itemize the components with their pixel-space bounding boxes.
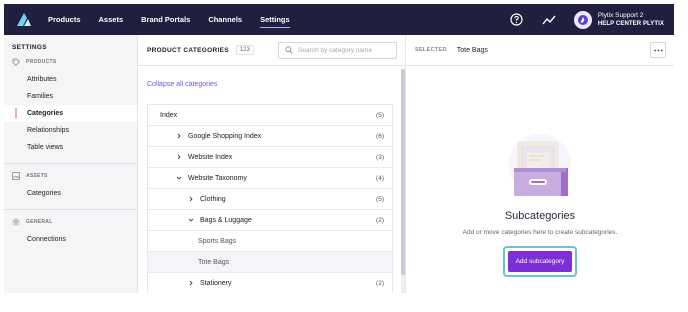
plytix-logo-icon[interactable] [14,10,34,30]
app-window: Products Assets Brand Portals Channels Setti… [0,0,688,312]
sidebar-item-products-relationships[interactable]: Relationships [4,122,137,139]
category-tree: Index (5) Google Shopping Index (6) Website … [147,104,393,293]
nav-item-products[interactable]: Products [48,4,81,35]
category-row[interactable]: Website Taxonomy (4) [148,168,392,189]
user-avatar-icon[interactable] [573,10,592,29]
topbar-right: Plytix Support 2 HELP CENTER PLYTIX [510,4,674,35]
selected-label: SELECTED [415,47,447,53]
category-label: Website Index [188,153,233,161]
sidebar-section-label: PRODUCTS [26,59,57,65]
sidebar-section-label: GENERAL [26,219,53,225]
category-product-count: (2) [376,216,384,224]
subcategories-title: Subcategories [504,210,576,222]
category-product-count: (6) [376,132,384,140]
category-product-count: (5) [376,195,384,203]
category-search-input[interactable] [298,46,394,54]
selected-category-name: Tote Bags [456,46,488,54]
category-product-count: (4) [376,174,384,182]
category-label: Google Shopping Index [188,132,262,140]
settings-sidebar: SETTINGS PRODUCTS Attributes Families Categ… [4,35,138,293]
category-row[interactable]: Tote Bags [148,252,392,273]
top-navigation-bar: Products Assets Brand Portals Channels Setti… [4,4,674,35]
scrollbar-thumb[interactable] [401,69,405,275]
categories-header: PRODUCT CATEGORIES 123 [138,35,405,66]
sidebar-sections: PRODUCTS Attributes Families Categories Rela… [4,58,137,248]
nav-item-settings[interactable]: Settings [260,4,290,35]
category-label: Website Taxonomy [188,174,247,182]
category-label: Index [160,111,178,119]
sidebar-item-assets-categories[interactable]: Categories [4,185,137,202]
nav-item-brand-portals[interactable]: Brand Portals [141,4,190,35]
sidebar-section-assets: ASSETS [12,172,137,180]
category-product-count: (3) [376,153,384,161]
activity-icon[interactable] [542,13,556,27]
search-icon [285,46,293,54]
sidebar-title: SETTINGS [12,44,47,51]
chevron-right-icon[interactable] [175,153,183,161]
help-circle-icon[interactable] [510,13,524,27]
add-subcategory-focus-ring: Add subcategory [503,246,577,277]
category-row[interactable]: Stationery (2) [148,273,392,293]
chevron-right-icon[interactable] [187,279,195,287]
sidebar-divider [4,209,137,210]
category-detail-panel: SELECTED Tote Bags Subcategories Add or … [406,35,674,293]
sidebar-divider [4,163,137,164]
user-name: Plytix Support 2 [597,11,644,19]
category-label: Clothing [200,195,226,203]
category-product-count: (2) [376,279,384,287]
main-nav: Products Assets Brand Portals Channels Setti… [48,4,308,35]
image-icon [12,172,20,180]
sidebar-section-products: PRODUCTS [12,58,137,66]
chevron-down-icon[interactable] [187,216,195,224]
user-organization: HELP CENTER PLYTIX [597,20,664,27]
category-row[interactable]: Sports Bags [148,231,392,252]
category-product-count: (5) [376,111,384,119]
category-label: Bags & Luggage [200,216,252,224]
category-label: Tote Bags [198,258,230,266]
gear-icon [12,218,20,226]
category-row[interactable]: Website Index (3) [148,147,392,168]
sidebar-item-products-families[interactable]: Families [4,88,137,105]
chevron-right-icon[interactable] [175,132,183,140]
nav-item-channels[interactable]: Channels [208,4,242,35]
chevron-down-icon[interactable] [175,174,183,182]
category-row[interactable]: Bags & Luggage (2) [148,210,392,231]
drawer-illustration-icon [503,133,577,203]
more-options-button[interactable] [650,42,666,58]
tag-icon [12,58,20,66]
sidebar-section-label: ASSETS [26,173,48,179]
subcategories-description: Add or move categories here to create su… [462,229,618,236]
nav-item-assets[interactable]: Assets [99,4,124,35]
category-row[interactable]: Clothing (5) [148,189,392,210]
collapse-all-link[interactable]: Collapse all categories [147,81,217,88]
detail-header: SELECTED Tote Bags [406,35,674,66]
more-horizontal-icon [653,49,663,51]
sidebar-item-general-connections[interactable]: Connections [4,231,137,248]
category-tree-scrollbar[interactable] [401,69,405,293]
categories-count-badge: 123 [235,45,254,55]
sidebar-section-general: GENERAL [12,218,137,226]
category-row[interactable]: Index (5) [148,105,392,126]
category-label: Sports Bags [198,237,237,245]
category-row[interactable]: Google Shopping Index (6) [148,126,392,147]
categories-panel: PRODUCT CATEGORIES 123 Collapse all cate… [138,35,406,293]
category-label: Stationery [200,279,232,287]
sidebar-item-products-attributes[interactable]: Attributes [4,71,137,88]
sidebar-item-products-categories[interactable]: Categories [4,105,137,122]
chevron-right-icon[interactable] [187,195,195,203]
sidebar-item-products-table-views[interactable]: Table views [4,139,137,156]
user-menu[interactable]: Plytix Support 2 HELP CENTER PLYTIX [598,12,664,28]
category-search-box[interactable] [278,41,397,59]
categories-title: PRODUCT CATEGORIES [147,46,229,54]
add-subcategory-button[interactable]: Add subcategory [508,251,572,272]
